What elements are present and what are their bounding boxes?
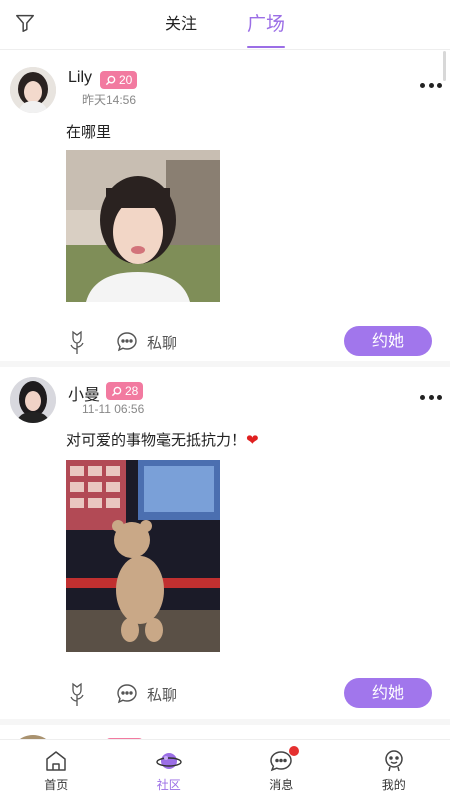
community-planet-icon	[156, 753, 182, 769]
nav-label: 首页	[44, 778, 69, 792]
post-time: 11-11 06:56	[82, 402, 145, 416]
nav-profile[interactable]: 我的	[338, 740, 450, 800]
post-card: 小红 30	[0, 725, 450, 739]
nav-community[interactable]: 社区	[113, 740, 226, 800]
post-text: 对可爱的事物毫无抵抗力！❤	[66, 431, 259, 449]
chat-icon[interactable]	[116, 683, 138, 705]
header-tabs: 关注 广场	[0, 0, 450, 50]
top-bar: 关注 广场	[0, 0, 450, 50]
nav-label: 我的	[381, 778, 406, 792]
nav-label: 社区	[156, 778, 181, 792]
flower-icon[interactable]	[66, 680, 88, 708]
post-photo[interactable]	[66, 460, 220, 652]
post-card: Lily 20 昨天14:56 在哪里 私聊 约她	[0, 51, 450, 367]
search-icon	[105, 75, 116, 85]
nav-messages[interactable]: 消息	[225, 740, 338, 800]
nav-home[interactable]: 首页	[0, 740, 113, 800]
date-her-button[interactable]: 约她	[344, 678, 432, 708]
tab-following[interactable]: 关注	[165, 0, 197, 50]
post-time: 昨天14:56	[82, 93, 137, 107]
post-card: 小曼 28 11-11 06:56 对可爱的事物毫无抵抗力！❤ 私聊 约她	[0, 367, 450, 725]
level-value: 20	[119, 73, 133, 87]
level-badge: 28	[106, 382, 144, 400]
post-text: 在哪里	[66, 123, 112, 141]
more-options-icon[interactable]	[420, 393, 442, 401]
avatar[interactable]	[10, 377, 56, 423]
chat-icon[interactable]	[116, 331, 138, 353]
flower-icon[interactable]	[66, 328, 88, 356]
tab-square[interactable]: 广场	[247, 0, 286, 50]
date-her-button[interactable]: 约她	[344, 326, 432, 356]
app-screen: 关注 广场 Lily 20 昨天14:56 在哪里 私聊 约她 小曼 28 11…	[0, 0, 450, 800]
unread-dot	[289, 746, 299, 756]
level-badge: 20	[100, 71, 138, 89]
private-chat-button[interactable]: 私聊	[147, 332, 177, 353]
private-chat-button[interactable]: 私聊	[147, 684, 177, 705]
nav-label: 消息	[269, 778, 294, 792]
heart-emoji: ❤	[246, 431, 259, 449]
search-icon	[111, 386, 122, 396]
post-actions: 私聊 约她	[0, 677, 450, 711]
profile-icon	[385, 750, 403, 772]
home-icon	[46, 751, 66, 771]
bottom-nav: 首页 社区 消息 我的	[0, 739, 450, 800]
level-value: 28	[125, 384, 139, 398]
username[interactable]: Lily	[68, 69, 92, 87]
more-options-icon[interactable]	[420, 81, 442, 89]
post-photo[interactable]	[66, 150, 220, 302]
post-actions: 私聊 约她	[0, 325, 450, 359]
post-feed[interactable]: Lily 20 昨天14:56 在哪里 私聊 约她 小曼 28 11-11 06…	[0, 51, 450, 739]
avatar[interactable]	[10, 67, 56, 113]
